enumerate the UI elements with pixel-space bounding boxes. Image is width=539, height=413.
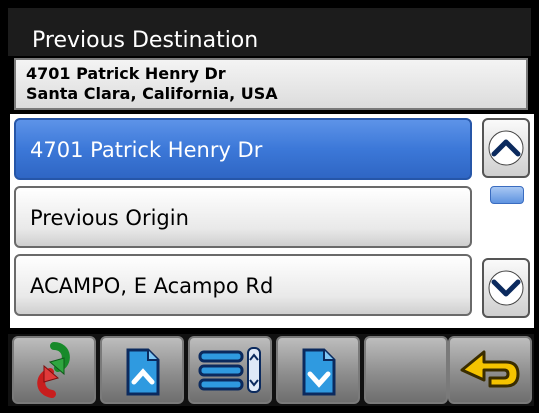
empty-toolbar-slot [364, 336, 448, 404]
page-title: Previous Destination [32, 28, 259, 53]
list-item[interactable]: 4701 Patrick Henry Dr [14, 118, 472, 180]
scroll-up-button[interactable] [482, 118, 530, 178]
list-view-button[interactable] [188, 336, 272, 404]
scrollbar [482, 118, 530, 322]
destination-street: 4701 Patrick Henry Dr [26, 64, 226, 83]
bottom-toolbar [8, 334, 534, 406]
page-up-icon [126, 348, 160, 396]
list-item[interactable]: ACAMPO, E Acampo Rd [14, 254, 472, 316]
scroll-track[interactable] [488, 182, 524, 254]
selected-destination-info: 4701 Patrick Henry Dr Santa Clara, Calif… [14, 58, 528, 110]
screen: Previous Destination 4701 Patrick Henry … [0, 0, 539, 413]
page-down-button[interactable] [276, 336, 360, 404]
chevron-down-icon [488, 270, 524, 306]
list-item[interactable]: Previous Origin [14, 186, 472, 248]
destination-city: Santa Clara, California, USA [26, 84, 278, 103]
list-item-label: ACAMPO, E Acampo Rd [30, 274, 274, 298]
list-item-label: 4701 Patrick Henry Dr [30, 138, 263, 162]
scroll-down-button[interactable] [482, 258, 530, 318]
title-bar: Previous Destination [8, 8, 531, 56]
back-button[interactable] [448, 336, 532, 404]
route-recalculate-icon [37, 342, 70, 398]
recalculate-route-button[interactable] [12, 336, 96, 404]
destination-list: 4701 Patrick Henry Dr Previous Origin AC… [10, 114, 534, 328]
page-down-icon [302, 348, 336, 396]
list-item-label: Previous Origin [30, 206, 189, 230]
scroll-thumb[interactable] [490, 186, 524, 204]
chevron-up-icon [488, 130, 524, 166]
back-arrow-icon [460, 350, 520, 388]
page-up-button[interactable] [100, 336, 184, 404]
list-view-icon [198, 347, 261, 393]
